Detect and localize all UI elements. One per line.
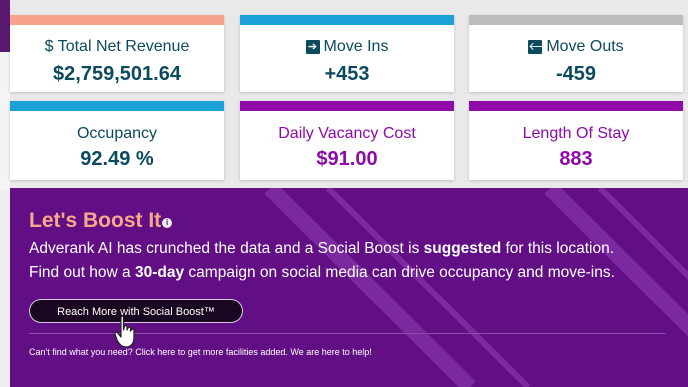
metric-label: Move Outs (546, 38, 624, 55)
metric-card-move-ins: ➔ Move Ins +453 (240, 15, 454, 92)
text-segment: for this location. (501, 240, 615, 257)
boost-title: Let's Boost It (29, 209, 162, 232)
metric-label-row: 🡐Move Outs (469, 38, 683, 56)
card-accent-bar (469, 101, 683, 111)
hand-pointer-cursor-icon (114, 315, 135, 348)
text-segment: campaign on social media can drive occup… (184, 264, 615, 281)
metric-value: 92.49 % (80, 148, 154, 170)
social-boost-banner: Let's Boost It i Adverank AI has crunched… (10, 188, 688, 387)
emphasis-suggested: suggested (423, 240, 502, 257)
get-more-facilities-link[interactable]: Can't find what you need? Click here to … (29, 347, 372, 357)
metric-card-length-of-stay: Length Of Stay 883 (469, 101, 683, 180)
info-icon[interactable]: i (162, 218, 173, 228)
metric-card-move-outs: 🡐Move Outs -459 (469, 15, 683, 92)
card-accent-bar (240, 101, 454, 111)
metric-label-row: ➔ Move Ins (240, 38, 454, 56)
sidebar-stripe (0, 52, 10, 190)
card-accent-bar (469, 15, 683, 25)
metric-value: +453 (324, 63, 370, 85)
sidebar-accent (0, 0, 10, 52)
card-accent-bar (10, 15, 224, 25)
left-sidebar-edge (0, 0, 10, 387)
boost-description-line-2: Find out how a 30-day campaign on social… (29, 264, 615, 282)
metric-value: 883 (559, 148, 593, 170)
metric-label: Occupancy (76, 125, 158, 142)
text-segment: Find out how a (29, 264, 135, 281)
metric-label: Move Ins (323, 38, 389, 55)
metric-label: $ Total Net Revenue (44, 38, 190, 55)
emphasis-30-day: 30-day (134, 264, 185, 281)
boost-title-row: Let's Boost It i (29, 209, 173, 233)
metric-value: $2,759,501.64 (53, 63, 181, 85)
metric-card-total-net-revenue: $ Total Net Revenue $2,759,501.64 (10, 15, 224, 92)
metric-value: $91.00 (316, 148, 378, 170)
arrow-left-icon: 🡐 (528, 40, 558, 54)
boost-description-line-1: Adverank AI has crunched the data and a … (29, 240, 614, 258)
card-accent-bar (240, 15, 454, 25)
metric-card-occupancy: Occupancy 92.49 % (10, 101, 224, 180)
card-accent-bar (10, 101, 224, 111)
metric-label: Length Of Stay (522, 125, 630, 142)
metric-card-daily-vacancy-cost: Daily Vacancy Cost $91.00 (240, 101, 454, 180)
metric-value: -459 (555, 63, 597, 85)
arrow-right-icon: ➔ (305, 40, 320, 54)
text-segment: Adverank AI has crunched the data and a … (29, 240, 424, 257)
metric-label: Daily Vacancy Cost (278, 125, 416, 142)
